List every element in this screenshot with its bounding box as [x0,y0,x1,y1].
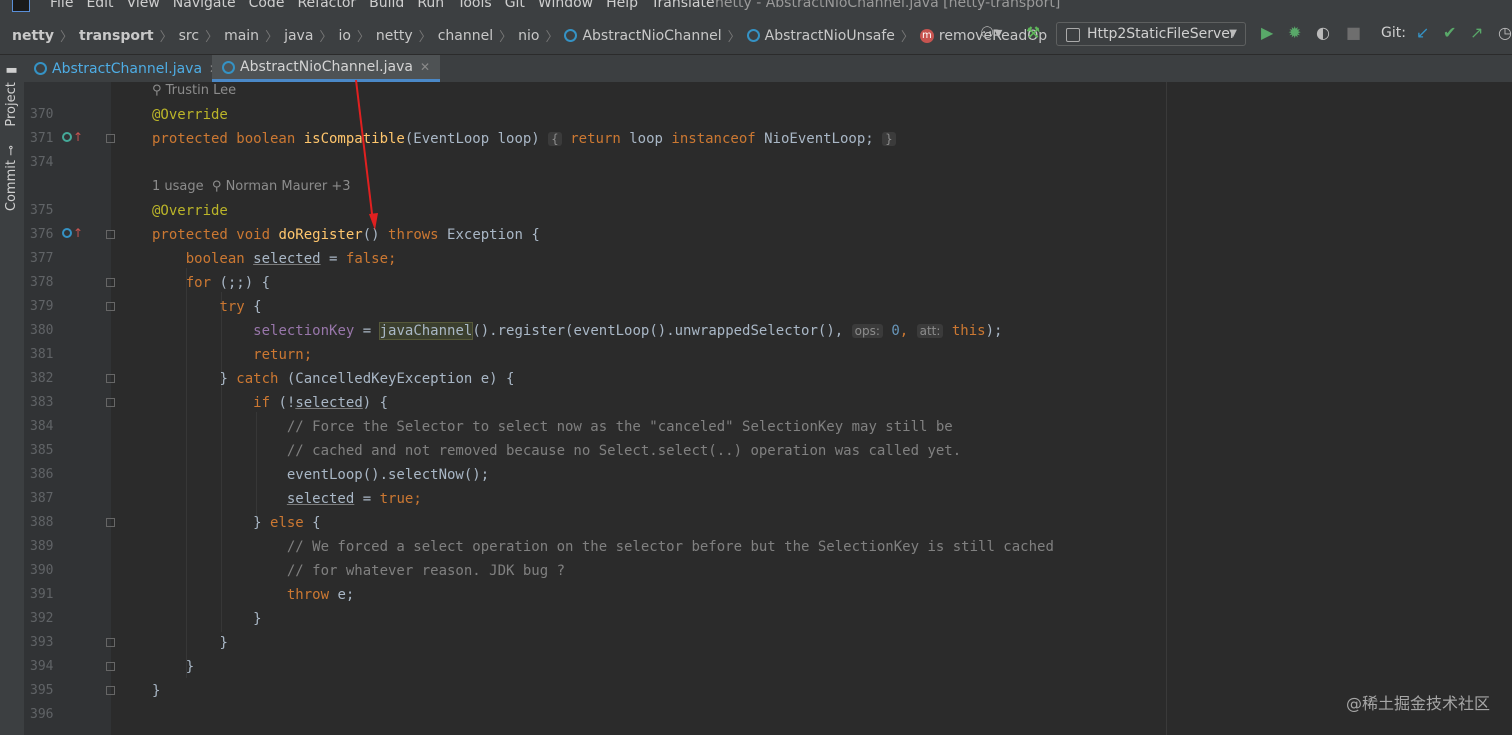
annotation-arrow [355,79,378,230]
watermark: @稀土掘金技术社区 [1345,694,1490,713]
